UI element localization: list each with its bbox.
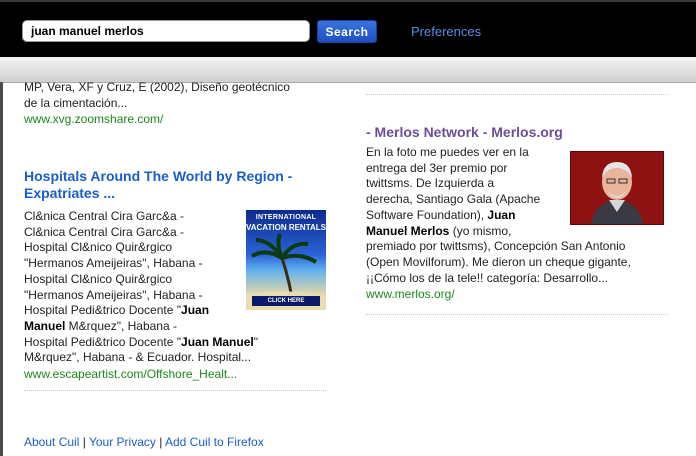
snippet-line: "Hermanos Ameijeiras", Habana - bbox=[24, 256, 203, 271]
preferences-link[interactable]: Preferences bbox=[411, 24, 481, 39]
snippet-line: Hospital Cl&nico Quir&rgico bbox=[24, 240, 173, 255]
snippet-line: ¡¡Cómo los de la tele!! categoría: Desar… bbox=[366, 270, 609, 285]
result-title[interactable]: - Merlos Network - Merlos.org bbox=[366, 124, 668, 141]
snippet-line: "Hermanos Ameijeiras", Habana - bbox=[24, 287, 203, 302]
footer-links: About Cuil | Your Privacy | Add Cuil to … bbox=[24, 435, 264, 449]
thumb-text: VACATION RENTALS bbox=[246, 223, 326, 232]
about-link[interactable]: About Cuil bbox=[24, 435, 79, 449]
snippet-text: M&rquez", Habana - bbox=[65, 318, 177, 333]
snippet-line: Manuel M&rquez", Habana - bbox=[24, 319, 246, 335]
thumb-text: INTERNATIONAL bbox=[255, 214, 317, 221]
snippet-line: (Open Movilforum). Me dieron un cheque g… bbox=[366, 254, 631, 269]
snippet-highlight: Juan bbox=[487, 207, 516, 222]
left-edge-rule bbox=[0, 82, 3, 456]
snippet-text: Hospital Pedi&trico Docente " bbox=[24, 334, 182, 349]
top-search-bar: Search Preferences bbox=[0, 0, 696, 57]
add-to-firefox-link[interactable]: Add Cuil to Firefox bbox=[165, 435, 264, 449]
snippet-line: premiado por twittsms), Concepción San A… bbox=[366, 239, 626, 254]
snippet-text: (yo mismo, bbox=[449, 223, 512, 238]
result-hospitals: Hospitals Around The World by Region - E… bbox=[24, 168, 326, 391]
person-photo-icon bbox=[571, 152, 663, 224]
search-input[interactable] bbox=[22, 20, 310, 42]
footer-separator: | bbox=[155, 435, 165, 449]
result-title[interactable]: Hospitals Around The World by Region - E… bbox=[24, 168, 326, 202]
snippet-text: " bbox=[253, 334, 258, 349]
top-bar-rim bbox=[0, 0, 696, 2]
footer-separator: | bbox=[79, 435, 89, 449]
snippet-line: Hospital Pedi&trico Docente "Juan Manuel… bbox=[24, 334, 258, 351]
snippet-line: Cl&nica Central Cira Garc&a - bbox=[24, 224, 185, 239]
snippet-text: Hospital Pedi&trico Docente " bbox=[24, 303, 182, 318]
result-divider bbox=[366, 80, 668, 95]
snippet-highlight: Manuel bbox=[24, 318, 66, 333]
snippet-line: de la cimentación... bbox=[24, 95, 128, 110]
vacation-rentals-thumbnail[interactable]: INTERNATIONAL VACATION RENTALS CLICK HER… bbox=[246, 210, 326, 310]
snippet-line: Cl&nica Central Cira Garc&a - bbox=[24, 209, 185, 223]
person-photo-thumbnail[interactable] bbox=[570, 151, 664, 225]
snippet-line: Hospital Pedi&trico Docente "Juan bbox=[24, 303, 246, 319]
thumb-cta: CLICK HERE bbox=[252, 296, 320, 306]
result-url[interactable]: www.merlos.org/ bbox=[366, 286, 668, 302]
privacy-link[interactable]: Your Privacy bbox=[89, 435, 156, 449]
snippet-line: M&rquez", Habana - & Ecuador. Hospital..… bbox=[24, 350, 252, 365]
snippet-line: Hospital Cl&nico Quir&rgico bbox=[24, 271, 173, 286]
result-snippet: MP, Vera, XF y Cruz, E (2002), Diseño ge… bbox=[24, 80, 326, 111]
result-xvg: MP, Vera, XF y Cruz, E (2002), Diseño ge… bbox=[24, 80, 326, 127]
snippet-line: MP, Vera, XF y Cruz, E (2002), Diseño ge… bbox=[24, 80, 290, 94]
snippet-highlight: Juan bbox=[181, 303, 210, 318]
snippet-text: Software Foundation), bbox=[366, 207, 488, 222]
title-line: Expatriates ... bbox=[24, 185, 116, 201]
result-url[interactable]: www.escapeartist.com/Offshore_Healt... bbox=[24, 366, 326, 382]
search-button[interactable]: Search bbox=[317, 20, 377, 43]
snippet-highlight: Juan Manuel bbox=[181, 334, 254, 349]
snippet-highlight: Manuel Merlos bbox=[366, 223, 450, 238]
snippet-line: Manuel Merlos (yo mismo, bbox=[366, 224, 666, 240]
title-line: Hospitals Around The World by Region - bbox=[24, 168, 293, 184]
result-merlos: - Merlos Network - Merlos.org En la foto… bbox=[366, 124, 668, 315]
result-snippet: Cl&nica Central Cira Garc&a - Cl&nica Ce… bbox=[24, 209, 258, 366]
result-url[interactable]: www.xvg.zoomshare.com/ bbox=[24, 111, 326, 127]
